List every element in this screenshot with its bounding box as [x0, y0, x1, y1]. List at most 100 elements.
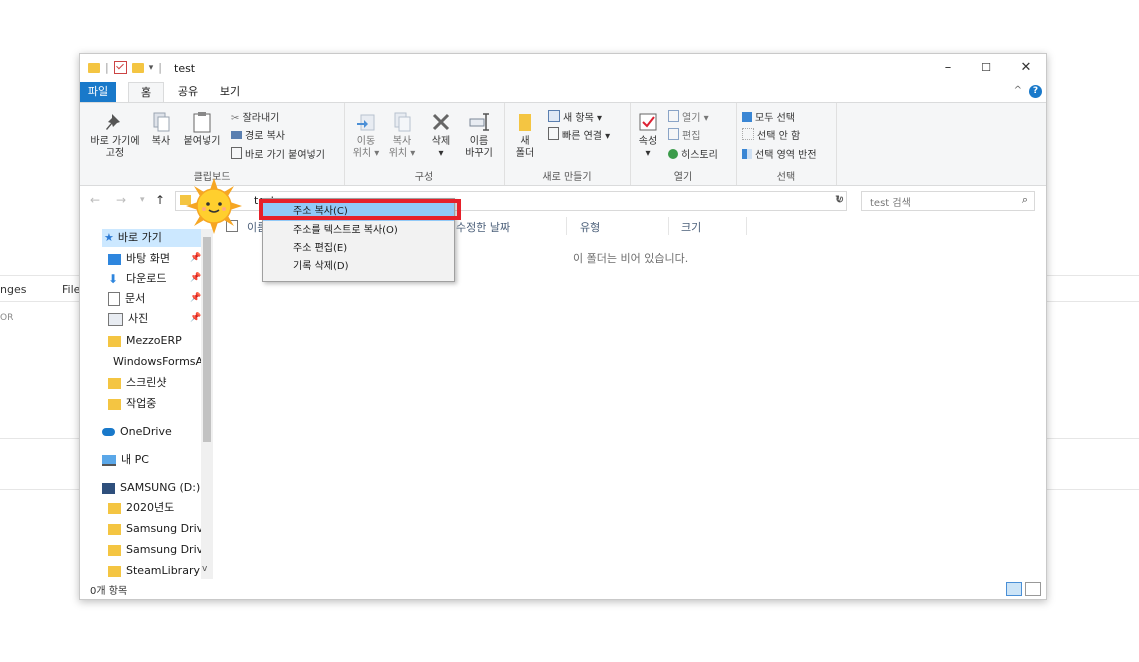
- nav-item-folder[interactable]: SteamLibrary: [108, 561, 200, 581]
- properties-check-icon[interactable]: [113, 61, 127, 74]
- search-input[interactable]: test 검색 ⌕: [861, 191, 1035, 211]
- context-item-delete-history[interactable]: 기록 삭제(D): [263, 257, 454, 276]
- nav-item-label: 다운로드: [126, 272, 167, 285]
- recent-locations-button[interactable]: ▾: [140, 195, 145, 205]
- nav-item-folder[interactable]: WindowsFormsA: [108, 352, 201, 372]
- tab-file[interactable]: 파일: [80, 82, 116, 102]
- rename-button[interactable]: 이름 바꾸기: [460, 111, 498, 160]
- nav-item-label: 사진: [128, 312, 149, 325]
- nav-item-desktop[interactable]: 바탕 화면: [108, 249, 170, 269]
- search-placeholder: test 검색: [870, 198, 911, 209]
- search-icon[interactable]: ⌕: [1022, 193, 1028, 207]
- easy-access-button[interactable]: 빠른 연결 ▾: [548, 127, 610, 142]
- nav-item-this-pc[interactable]: 내 PC: [102, 450, 149, 470]
- invert-selection-button[interactable]: 선택 영역 반전: [742, 146, 817, 161]
- ribbon-group-new: 새 폴더 새 항목 ▾ 빠른 연결 ▾ 새로 만들기: [504, 103, 631, 185]
- forward-button[interactable]: →: [116, 193, 126, 207]
- edit-icon: [668, 128, 679, 140]
- folder-icon: [108, 565, 121, 577]
- column-header-modified[interactable]: 수정한 날짜: [456, 219, 510, 235]
- open-button[interactable]: 열기 ▾: [668, 109, 709, 124]
- copy-to-button[interactable]: 복사 위치 ▾: [384, 111, 420, 160]
- context-item-edit-address[interactable]: 주소 편집(E): [263, 239, 454, 258]
- nav-item-folder[interactable]: Samsung Drive: [108, 540, 210, 560]
- scroll-thumb[interactable]: [203, 237, 211, 442]
- qat-dropdown-icon[interactable]: ▾: [149, 63, 154, 73]
- drive-icon: [102, 482, 115, 494]
- pin-quick-access-button[interactable]: 바로 가기에 고정: [86, 111, 144, 160]
- large-icons-view-icon[interactable]: [1025, 582, 1041, 596]
- properties-icon: [639, 113, 657, 131]
- select-group-label: 선택: [776, 172, 796, 183]
- delete-label: 삭제: [431, 136, 451, 147]
- background-text-1: nges: [0, 283, 27, 296]
- paste-shortcut-button[interactable]: 바로 가기 붙여넣기: [231, 146, 325, 161]
- new-item-icon: [548, 110, 560, 122]
- tab-home[interactable]: 홈: [128, 82, 164, 102]
- nav-item-onedrive[interactable]: OneDrive: [102, 422, 172, 442]
- properties-button[interactable]: 속성 ▾: [634, 111, 662, 160]
- column-divider[interactable]: [668, 217, 669, 235]
- copy-label: 복사: [151, 136, 171, 147]
- maximize-button[interactable]: ☐: [966, 57, 1006, 79]
- copy-button[interactable]: 복사: [146, 111, 176, 148]
- refresh-button[interactable]: ↻: [835, 193, 844, 206]
- delete-button[interactable]: 삭제 ▾: [424, 111, 458, 160]
- cloud-icon: [102, 428, 115, 436]
- close-button[interactable]: ✕: [1006, 57, 1046, 79]
- paste-button[interactable]: 붙여넣기: [180, 111, 224, 148]
- up-button[interactable]: ↑: [155, 193, 165, 207]
- scissors-icon: ✂: [231, 113, 243, 124]
- column-divider[interactable]: [566, 217, 567, 235]
- cut-button[interactable]: ✂ 잘라내기: [231, 109, 279, 124]
- folder-icon: [108, 377, 121, 389]
- edit-button[interactable]: 편집: [668, 127, 700, 142]
- status-item-count: 0개 항목: [90, 586, 128, 597]
- pictures-icon: [108, 312, 123, 326]
- nav-item-folder[interactable]: 2020년도: [108, 498, 174, 518]
- copy-to-label: 복사: [392, 136, 412, 147]
- nav-item-drive-d[interactable]: SAMSUNG (D:): [102, 478, 200, 498]
- copy-path-button[interactable]: 경로 복사: [231, 127, 285, 142]
- nav-item-label: OneDrive: [120, 425, 172, 438]
- column-header-type[interactable]: 유형: [580, 219, 600, 235]
- help-icon[interactable]: ?: [1029, 85, 1042, 98]
- open-group-label: 열기: [673, 172, 693, 183]
- scroll-down-icon[interactable]: v: [202, 564, 207, 574]
- new-item-button[interactable]: 새 항목 ▾: [548, 109, 602, 124]
- folder-icon: [108, 335, 121, 347]
- minimize-button[interactable]: –: [928, 57, 968, 79]
- document-icon: [108, 292, 120, 306]
- tab-view[interactable]: 보기: [212, 82, 248, 102]
- context-item-copy-address-as-text[interactable]: 주소를 텍스트로 복사(O): [263, 221, 454, 240]
- tab-share[interactable]: 공유: [170, 82, 206, 102]
- nav-item-pictures[interactable]: 사진: [108, 309, 148, 329]
- nav-item-folder[interactable]: MezzoERP: [108, 331, 182, 351]
- rename-icon: [469, 113, 489, 131]
- nav-item-label: 문서: [125, 292, 146, 305]
- pin-quick-access-label: 바로 가기에: [90, 136, 140, 147]
- new-folder-button[interactable]: 새 폴더: [510, 111, 540, 160]
- select-none-button[interactable]: 선택 안 함: [742, 127, 800, 142]
- nav-item-downloads[interactable]: ⬇ 다운로드: [108, 269, 166, 289]
- nav-item-documents[interactable]: 문서: [108, 289, 145, 309]
- back-button[interactable]: ←: [90, 193, 100, 207]
- nav-item-label: MezzoERP: [126, 334, 182, 347]
- column-header-size[interactable]: 크기: [681, 219, 701, 235]
- properties-label: 속성: [638, 136, 658, 147]
- nav-item-folder[interactable]: Samsung Drive: [108, 519, 210, 539]
- nav-pane-scrollbar[interactable]: v: [201, 229, 213, 579]
- history-button[interactable]: 히스토리: [668, 146, 718, 161]
- title-bar: | ▾ | test – ☐ ✕: [80, 54, 1046, 82]
- select-all-button[interactable]: 모두 선택: [742, 109, 795, 124]
- nav-item-folder[interactable]: 스크린샷: [108, 373, 166, 393]
- new-folder-icon[interactable]: [131, 62, 144, 73]
- details-view-icon[interactable]: [1006, 582, 1022, 596]
- folder-icon: [88, 62, 100, 73]
- ribbon-collapse-icon[interactable]: ^: [1014, 85, 1022, 96]
- move-to-button[interactable]: 이동 위치 ▾: [348, 111, 384, 160]
- new-group-label: 새로 만들기: [542, 172, 592, 183]
- nav-item-folder[interactable]: 작업중: [108, 394, 156, 414]
- annotation-highlight-box: [259, 199, 461, 220]
- column-divider[interactable]: [746, 217, 747, 235]
